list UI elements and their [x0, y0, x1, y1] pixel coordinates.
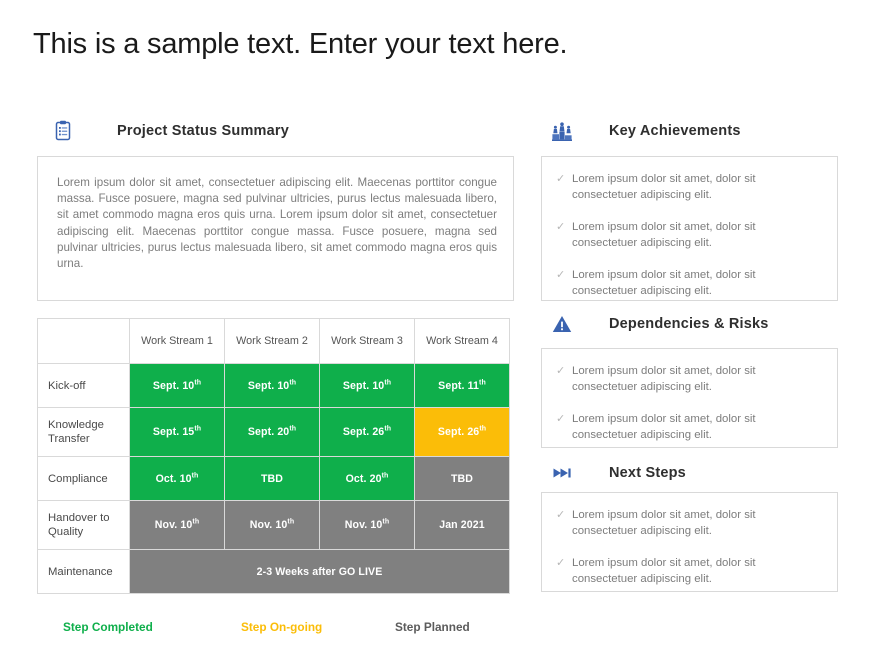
column-header-work-stream-3: Work Stream 3	[319, 318, 415, 364]
list-item-text: Lorem ipsum dolor sit amet, dolor sit co…	[572, 557, 756, 585]
skip-forward-icon	[551, 462, 573, 484]
schedule-cell: Sept. 10th	[319, 363, 415, 408]
status-legend: Step Completed Step On-going Step Planne…	[37, 620, 509, 640]
row-label: Compliance	[37, 456, 130, 501]
list-item: ✓ Lorem ipsum dolor sit amet, dolor sit c…	[556, 219, 821, 251]
schedule-cell: TBD	[224, 456, 320, 501]
podium-icon	[551, 120, 573, 142]
schedule-cell: Sept. 26th	[414, 407, 510, 457]
list-item: ✓ Lorem ipsum dolor sit amet, dolor sit c…	[556, 555, 821, 587]
table-header-row: Work Stream 1 Work Stream 2 Work Stream …	[37, 318, 510, 364]
table-corner-header	[37, 318, 130, 364]
project-status-summary-panel: Lorem ipsum dolor sit amet, consectetuer…	[37, 156, 514, 301]
project-status-summary-body: Lorem ipsum dolor sit amet, consectetuer…	[57, 176, 497, 271]
clipboard-icon	[52, 120, 74, 142]
table-row: Maintenance 2-3 Weeks after GO LIVE	[37, 549, 510, 594]
next-steps-panel: ✓ Lorem ipsum dolor sit amet, dolor sit c…	[541, 492, 838, 592]
warning-triangle-icon	[551, 313, 573, 335]
row-label: Kick-off	[37, 363, 130, 408]
schedule-cell: Jan 2021	[414, 500, 510, 550]
list-item-text: Lorem ipsum dolor sit amet, dolor sit co…	[572, 173, 756, 201]
dependencies-risks-title: Dependencies & Risks	[609, 316, 769, 332]
schedule-table: Work Stream 1 Work Stream 2 Work Stream …	[37, 318, 510, 594]
check-icon: ✓	[556, 413, 566, 425]
project-status-summary-title: Project Status Summary	[117, 123, 290, 139]
schedule-cell: Nov. 10th	[129, 500, 225, 550]
schedule-cell: Sept. 15th	[129, 407, 225, 457]
list-item-text: Lorem ipsum dolor sit amet, dolor sit co…	[572, 509, 756, 537]
list-item-text: Lorem ipsum dolor sit amet, dolor sit co…	[572, 365, 756, 393]
list-item: ✓ Lorem ipsum dolor sit amet, dolor sit c…	[556, 267, 821, 299]
table-row: Knowledge Transfer Sept. 15th Sept. 20th Se…	[37, 407, 510, 457]
list-item-text: Lorem ipsum dolor sit amet, dolor sit co…	[572, 269, 756, 297]
dependencies-risks-header: Dependencies & Risks	[551, 313, 769, 335]
schedule-cell: 2-3 Weeks after GO LIVE	[129, 549, 510, 594]
project-status-summary-header: Project Status Summary	[52, 120, 289, 142]
check-icon: ✓	[556, 557, 566, 569]
check-icon: ✓	[556, 221, 566, 233]
schedule-cell: Oct. 20th	[319, 456, 415, 501]
schedule-cell: Sept. 11th	[414, 363, 510, 408]
row-label: Handover to Quality	[37, 500, 130, 550]
schedule-cell: Nov. 10th	[319, 500, 415, 550]
row-label: Maintenance	[37, 549, 130, 594]
page-title: This is a sample text. Enter your text h…	[33, 28, 568, 60]
schedule-cell: TBD	[414, 456, 510, 501]
next-steps-title: Next Steps	[609, 465, 686, 481]
list-item: ✓ Lorem ipsum dolor sit amet, dolor sit c…	[556, 411, 821, 443]
schedule-cell: Sept. 10th	[224, 363, 320, 408]
schedule-cell: Nov. 10th	[224, 500, 320, 550]
next-steps-header: Next Steps	[551, 462, 686, 484]
list-item-text: Lorem ipsum dolor sit amet, dolor sit co…	[572, 221, 756, 249]
check-icon: ✓	[556, 269, 566, 281]
check-icon: ✓	[556, 173, 566, 185]
list-item: ✓ Lorem ipsum dolor sit amet, dolor sit c…	[556, 507, 821, 539]
column-header-work-stream-4: Work Stream 4	[414, 318, 510, 364]
legend-step-ongoing: Step On-going	[241, 620, 323, 634]
schedule-cell: Sept. 20th	[224, 407, 320, 457]
legend-step-completed: Step Completed	[63, 620, 153, 634]
key-achievements-header: Key Achievements	[551, 120, 741, 142]
table-row: Compliance Oct. 10th TBD Oct. 20th TBD	[37, 456, 510, 501]
dependencies-risks-list: ✓ Lorem ipsum dolor sit amet, dolor sit c…	[542, 349, 837, 455]
list-item: ✓ Lorem ipsum dolor sit amet, dolor sit c…	[556, 171, 821, 203]
schedule-table-body: Kick-off Sept. 10th Sept. 10th Sept. 10th Se…	[37, 363, 510, 594]
schedule-cell: Oct. 10th	[129, 456, 225, 501]
schedule-cell: Sept. 10th	[129, 363, 225, 408]
table-row: Kick-off Sept. 10th Sept. 10th Sept. 10th Se…	[37, 363, 510, 408]
column-header-work-stream-2: Work Stream 2	[224, 318, 320, 364]
table-row: Handover to Quality Nov. 10th Nov. 10th Nov…	[37, 500, 510, 550]
key-achievements-panel: ✓ Lorem ipsum dolor sit amet, dolor sit c…	[541, 156, 838, 301]
list-item: ✓ Lorem ipsum dolor sit amet, dolor sit c…	[556, 363, 821, 395]
row-label: Knowledge Transfer	[37, 407, 130, 457]
check-icon: ✓	[556, 509, 566, 521]
column-header-work-stream-1: Work Stream 1	[129, 318, 225, 364]
schedule-cell: Sept. 26th	[319, 407, 415, 457]
list-item-text: Lorem ipsum dolor sit amet, dolor sit co…	[572, 413, 756, 441]
legend-step-planned: Step Planned	[395, 620, 470, 634]
check-icon: ✓	[556, 365, 566, 377]
key-achievements-list: ✓ Lorem ipsum dolor sit amet, dolor sit c…	[542, 157, 837, 311]
next-steps-list: ✓ Lorem ipsum dolor sit amet, dolor sit c…	[542, 493, 837, 599]
dependencies-risks-panel: ✓ Lorem ipsum dolor sit amet, dolor sit c…	[541, 348, 838, 448]
key-achievements-title: Key Achievements	[609, 123, 741, 139]
